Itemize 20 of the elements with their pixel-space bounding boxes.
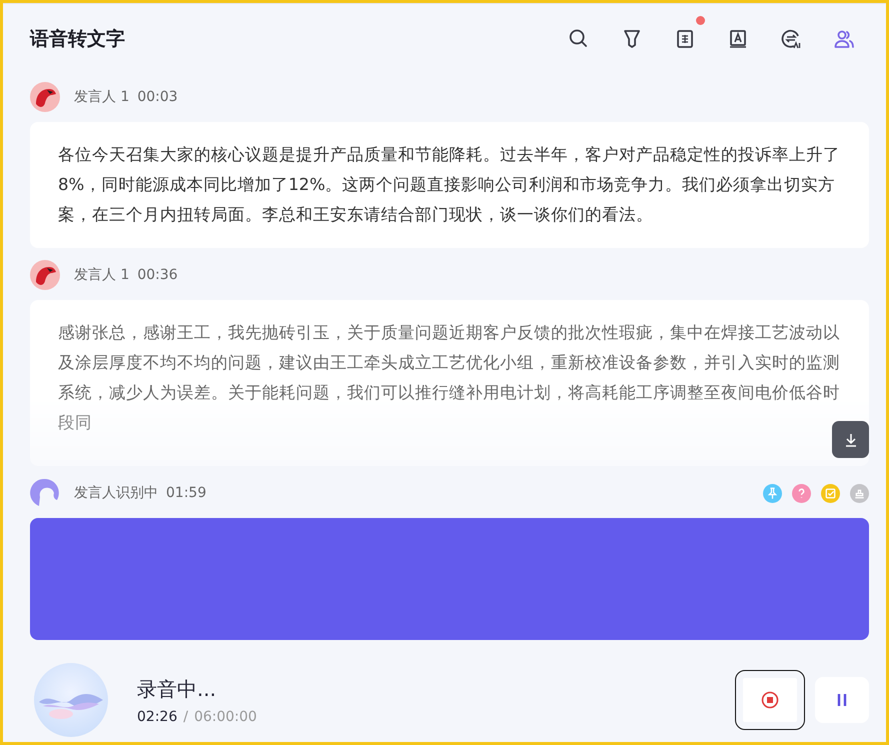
speaker-name: 发言人识别中 (74, 484, 158, 502)
timestamp: 01:59 (166, 485, 206, 501)
scroll-down-button[interactable] (832, 421, 869, 458)
stop-icon (760, 690, 780, 710)
time-separator: / (183, 708, 188, 724)
recording-status: 录音中... (137, 676, 218, 702)
transcript-card: 感谢张总，感谢王工，我先抛砖引玉，关于质量问题近期客户反馈的批次性瑕疵，集中在焊接工艺波动以及涂层厚度不均不均的问题，建议由王工牵头成立工艺优化小组，重新校准设备参数，并引入实时的监测系统，减少人为误差。关于能耗问题，我们可以推行缝补用电计划，将高耗能工序调整至夜间电价低谷时段同 (30, 300, 869, 466)
page-title: 语音转文字 (30, 27, 125, 52)
avatar-icon (30, 260, 60, 290)
elapsed-time: 02:26 (137, 708, 178, 724)
stop-button[interactable] (735, 670, 805, 730)
speaker-name: 发言人 1 (74, 88, 130, 106)
avatar-icon (30, 82, 60, 112)
speaker-name: 发言人 1 (74, 266, 130, 284)
checkbox-icon[interactable] (821, 484, 840, 502)
timestamp: 00:03 (137, 89, 178, 105)
transcript-card: 各位今天召集大家的核心议题是提升产品质量和节能降耗。过去半年，客户对产品稳定性的投诉率上升了8%，同时能源成本同比增加了12%。这两个问题直接影响公司利润和市场竞争力。我们必须拿出切实方案，在三个月内扭转局面。李总和王安东请结合部门现状，谈一谈你们的看法。 (30, 122, 869, 248)
timestamp: 00:36 (137, 267, 178, 283)
total-time: 06:00:00 (194, 708, 257, 724)
avatar-icon (30, 478, 60, 508)
